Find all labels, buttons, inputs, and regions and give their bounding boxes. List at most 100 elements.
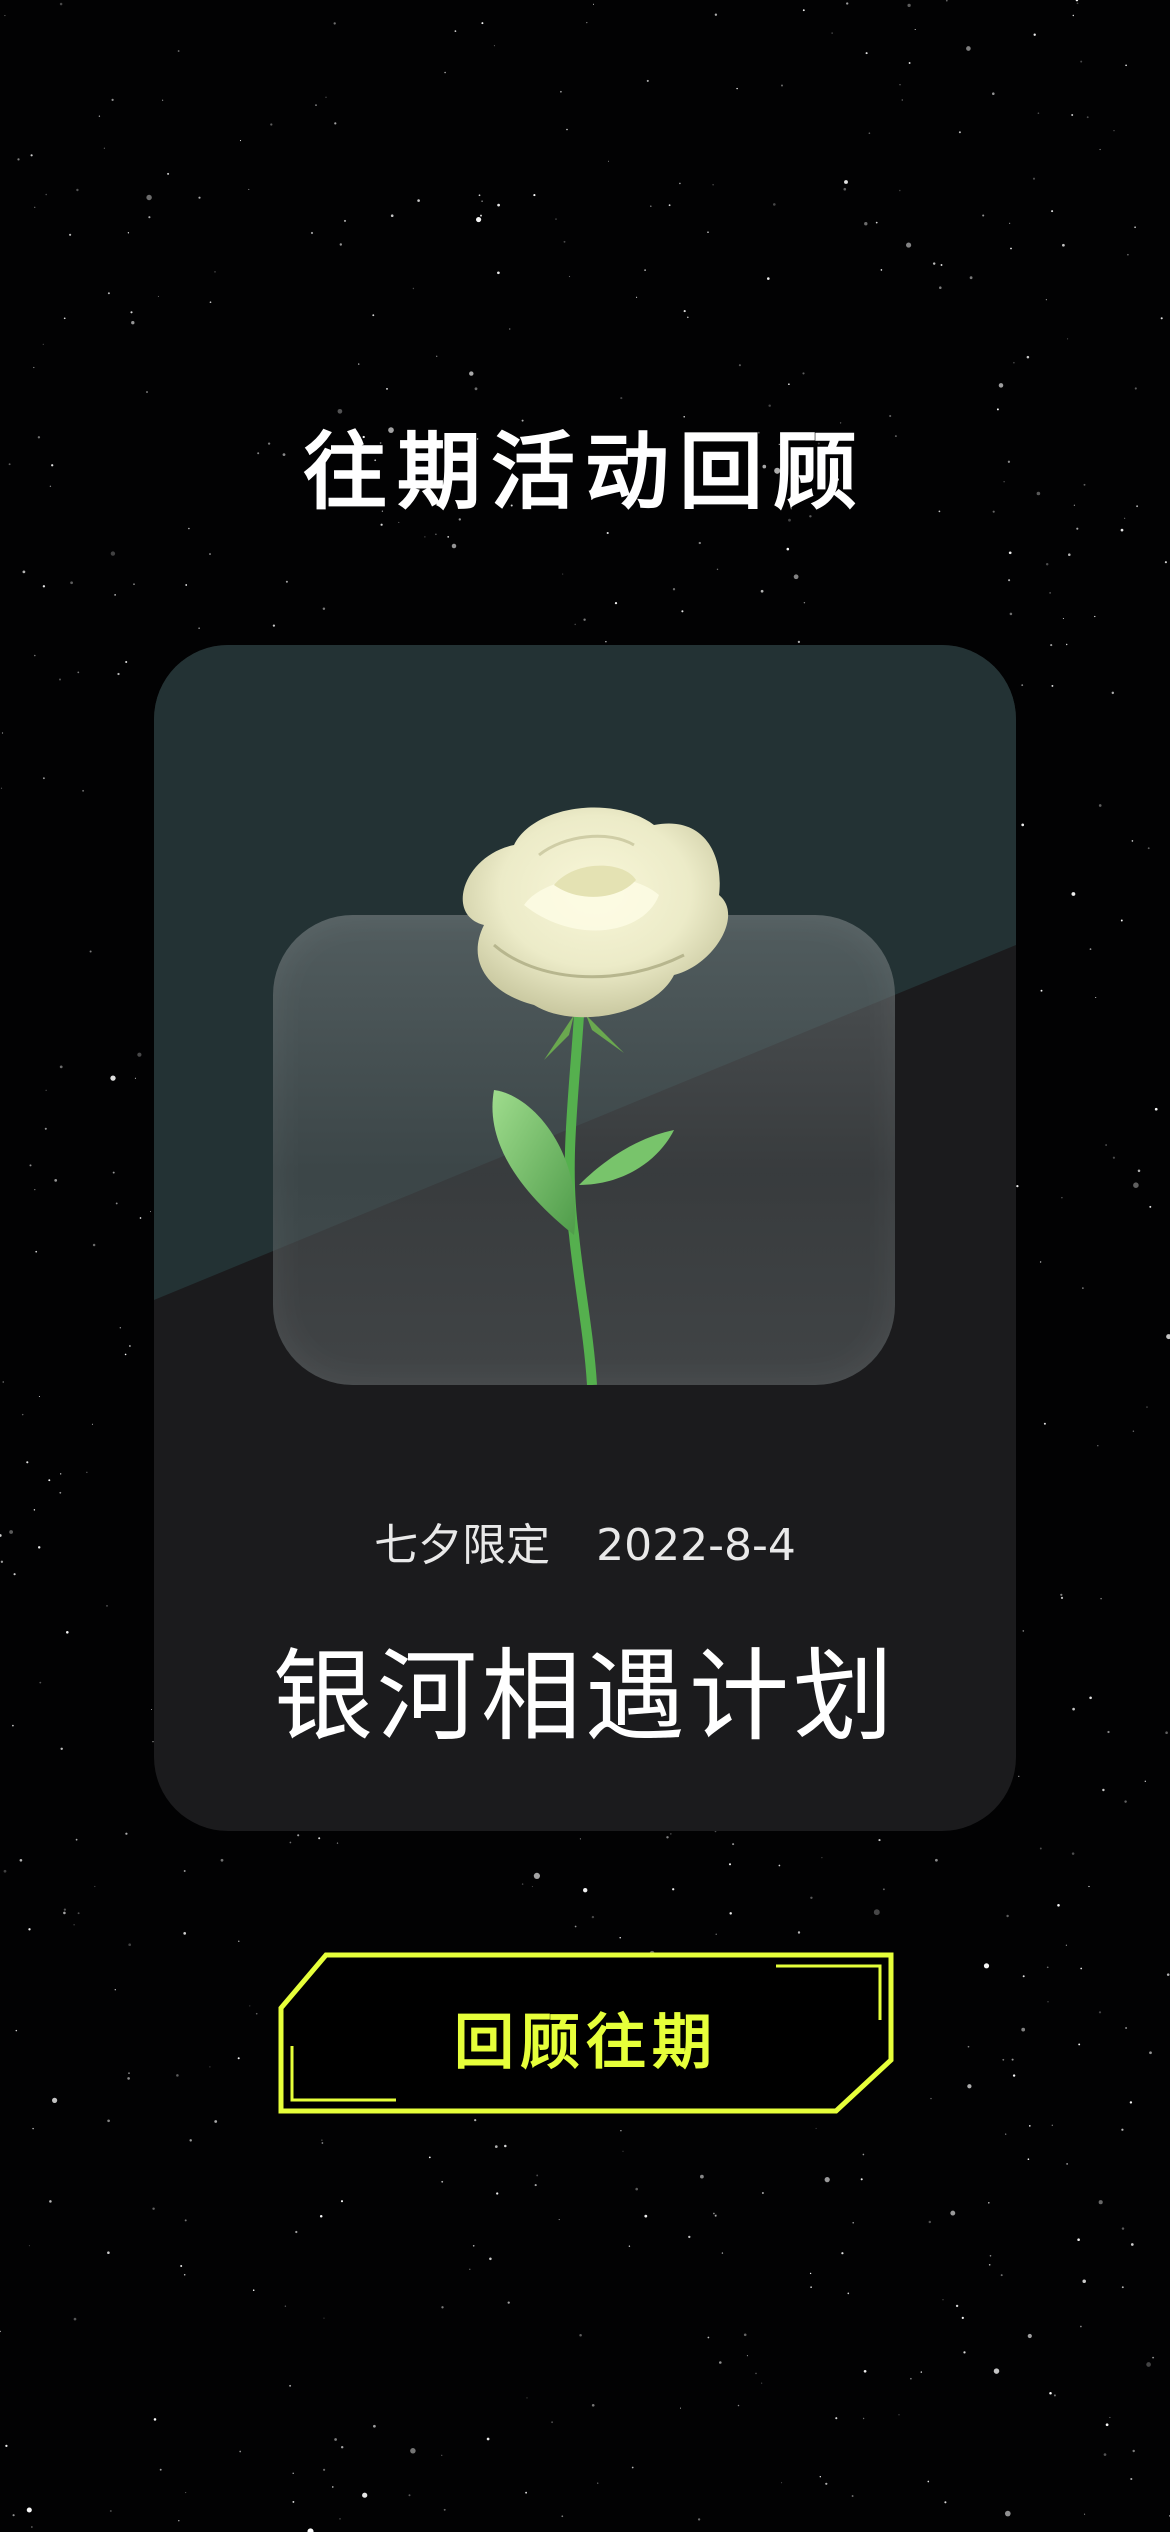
- star: [736, 87, 738, 90]
- star: [127, 232, 130, 234]
- star: [831, 32, 833, 34]
- star: [899, 189, 901, 192]
- star: [73, 1924, 75, 1926]
- event-card[interactable]: 七夕限定 2022-8-4 银河相遇计划: [154, 645, 1016, 1831]
- star: [1132, 2449, 1135, 2453]
- star: [129, 1345, 131, 1347]
- star: [1008, 551, 1012, 555]
- review-button-label: 回顾往期: [454, 2008, 718, 2078]
- star: [63, 317, 66, 320]
- star: [39, 1681, 42, 1684]
- star: [646, 79, 649, 82]
- star: [119, 1327, 121, 1329]
- star: [1095, 996, 1097, 999]
- star: [270, 123, 273, 126]
- star: [117, 672, 120, 676]
- star: [35, 1250, 38, 1253]
- star: [59, 1065, 63, 1069]
- star: [1127, 253, 1129, 256]
- star: [107, 2251, 110, 2254]
- star: [862, 2153, 865, 2156]
- star: [1165, 1731, 1168, 1734]
- star: [563, 240, 566, 243]
- star: [526, 2397, 528, 2399]
- star: [1105, 1144, 1107, 1146]
- star: [441, 2454, 443, 2456]
- star: [767, 277, 770, 280]
- star: [760, 589, 764, 593]
- star: [1078, 2043, 1081, 2046]
- star: [220, 1858, 224, 1862]
- star: [841, 2252, 844, 2255]
- event-tag: 七夕限定: [374, 1520, 551, 1571]
- star: [1051, 684, 1054, 687]
- star: [1103, 2453, 1107, 2456]
- star: [272, 624, 276, 627]
- star: [1121, 2128, 1124, 2131]
- star: [436, 355, 438, 357]
- star: [44, 1127, 47, 1130]
- star: [339, 2518, 341, 2520]
- star: [967, 2084, 972, 2089]
- star: [249, 2005, 251, 2007]
- star: [107, 292, 110, 295]
- star: [340, 2200, 344, 2203]
- star: [1154, 1107, 1158, 1111]
- star: [728, 1863, 732, 1866]
- star: [560, 90, 562, 93]
- star: [157, 295, 159, 297]
- star: [988, 2264, 991, 2266]
- star: [89, 950, 92, 953]
- star: [847, 2292, 850, 2295]
- star: [851, 2495, 854, 2497]
- star: [75, 1838, 78, 1841]
- star: [1097, 1445, 1099, 1447]
- star: [955, 2304, 959, 2308]
- star: [597, 2482, 599, 2484]
- star: [1072, 14, 1075, 17]
- star: [410, 2448, 416, 2454]
- star: [712, 2212, 715, 2215]
- star: [650, 205, 652, 207]
- star: [1124, 1800, 1127, 1803]
- star: [719, 2361, 722, 2364]
- star: [504, 2144, 507, 2148]
- star: [285, 580, 288, 583]
- star: [33, 366, 35, 369]
- star: [1072, 1707, 1075, 1711]
- star: [38, 1395, 40, 1398]
- star: [679, 2407, 682, 2409]
- star: [28, 2245, 30, 2247]
- star: [98, 115, 101, 117]
- star: [697, 2518, 701, 2521]
- star: [34, 654, 36, 657]
- star: [12, 2514, 15, 2517]
- star: [688, 2235, 691, 2239]
- star: [42, 343, 44, 345]
- star: [1076, 527, 1079, 530]
- star: [152, 2207, 155, 2210]
- star: [1130, 2477, 1133, 2481]
- star: [110, 551, 116, 556]
- star: [386, 388, 388, 390]
- star: [988, 2202, 990, 2204]
- star: [45, 193, 47, 196]
- star: [417, 199, 420, 202]
- star: [958, 131, 961, 134]
- star: [336, 1842, 339, 1844]
- star: [1120, 528, 1124, 532]
- star: [149, 1211, 152, 1213]
- star: [239, 2450, 242, 2453]
- review-past-button[interactable]: 回顾往期: [276, 1950, 896, 2116]
- star: [333, 22, 336, 25]
- star: [2, 1381, 4, 1383]
- star: [1094, 615, 1096, 618]
- star: [930, 2097, 932, 2100]
- star: [721, 2252, 724, 2254]
- star: [185, 2492, 187, 2494]
- star: [69, 233, 72, 236]
- star: [127, 2077, 130, 2080]
- star: [49, 2200, 52, 2203]
- star: [159, 2468, 162, 2471]
- star: [793, 574, 799, 580]
